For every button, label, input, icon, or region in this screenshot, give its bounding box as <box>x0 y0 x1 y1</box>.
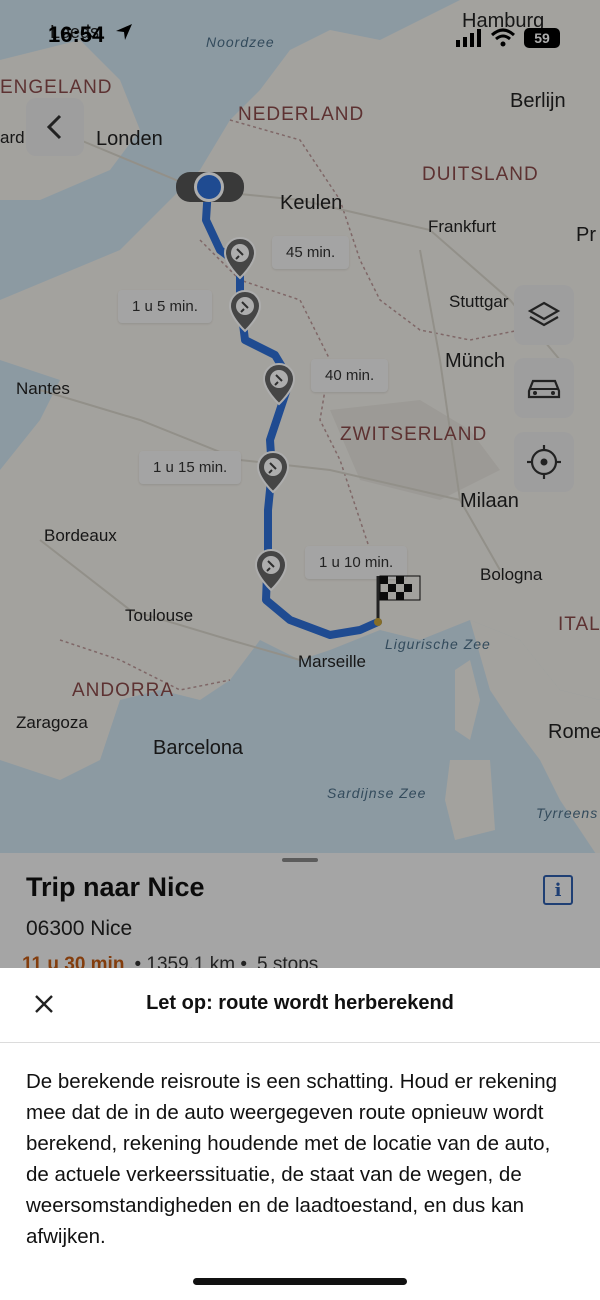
leg-duration-label: 1 u 5 min. <box>118 290 212 323</box>
route-summary-sheet[interactable] <box>0 853 600 968</box>
city-label: Rome <box>548 721 600 743</box>
city-label: Münch <box>445 350 506 372</box>
info-button[interactable]: i <box>543 875 573 905</box>
sea-label: Noordzee <box>206 34 275 50</box>
charging-stop-pin[interactable] <box>256 450 290 494</box>
charging-stop-pin[interactable] <box>228 289 262 333</box>
city-label: Toulouse <box>125 606 194 625</box>
country-label: ITAL <box>558 614 600 635</box>
city-label: Zaragoza <box>16 713 88 732</box>
map-view[interactable]: Leeds Hamburg Berlijn ard Londen Keulen … <box>0 0 600 860</box>
status-bar-icons: 59 <box>456 28 560 48</box>
start-location-dot <box>194 172 224 202</box>
sheet-drag-handle[interactable] <box>282 858 318 862</box>
charging-stop-pin[interactable] <box>223 236 257 280</box>
location-arrow-icon <box>116 24 133 40</box>
modal-title: Let op: route wordt herberekend <box>146 992 454 1014</box>
city-label: Barcelona <box>153 737 244 759</box>
modal-body-text: De berekende reisroute is een schatting.… <box>26 1070 558 1248</box>
country-label: ENGELAND <box>0 77 113 98</box>
city-label: Keulen <box>280 192 343 214</box>
city-label: Stuttgar <box>449 292 509 311</box>
map-layers-button[interactable] <box>514 285 574 345</box>
charging-stop-pin[interactable] <box>262 362 296 406</box>
leg-duration-label: 1 u 15 min. <box>139 451 242 484</box>
city-label: Bordeaux <box>44 526 117 545</box>
city-label: ard <box>0 128 25 147</box>
city-label: Frankfurt <box>428 217 497 236</box>
destination-flag-icon <box>374 575 421 626</box>
city-label: Bologna <box>480 565 543 584</box>
wifi-icon <box>490 28 516 47</box>
city-label: Milaan <box>460 490 519 512</box>
sea-label: Sardijnse Zee <box>327 785 427 801</box>
country-label: ZWITSERLAND <box>340 424 488 445</box>
city-label: Londen <box>96 128 163 150</box>
city-label: Pr <box>576 224 596 246</box>
leg-duration-label: 45 min. <box>272 236 350 269</box>
status-bar-time: 16:54 <box>48 22 134 48</box>
back-button[interactable] <box>26 98 84 156</box>
route-recalculation-modal: Let op: route wordt herberekend De berek… <box>0 968 600 1300</box>
car-location-button[interactable] <box>514 358 574 418</box>
charging-stop-pin[interactable] <box>254 548 288 592</box>
trip-title: Trip naar Nice <box>26 872 205 902</box>
leg-duration-label: 40 min. <box>311 359 389 392</box>
signal-icon <box>456 29 481 47</box>
trip-destination-address: 06300 Nice <box>26 917 133 940</box>
my-location-button[interactable] <box>514 432 574 492</box>
city-label: Berlijn <box>510 90 566 112</box>
map-land <box>0 0 600 860</box>
home-indicator[interactable] <box>193 1278 407 1285</box>
battery-icon: 59 <box>524 28 560 48</box>
chevron-left-icon <box>46 114 62 140</box>
layers-icon <box>527 301 561 327</box>
city-label: Marseille <box>298 652 367 671</box>
country-label: DUITSLAND <box>422 164 539 185</box>
country-label: ANDORRA <box>72 680 175 701</box>
sea-label: Tyrreens <box>536 805 599 821</box>
crosshair-icon <box>527 445 561 479</box>
info-icon: i <box>554 879 562 901</box>
city-label: Nantes <box>16 379 70 398</box>
sea-label: Ligurische Zee <box>385 636 491 652</box>
car-icon <box>527 379 561 399</box>
modal-header: Let op: route wordt herberekend <box>0 968 600 1043</box>
country-label: NEDERLAND <box>238 104 365 125</box>
